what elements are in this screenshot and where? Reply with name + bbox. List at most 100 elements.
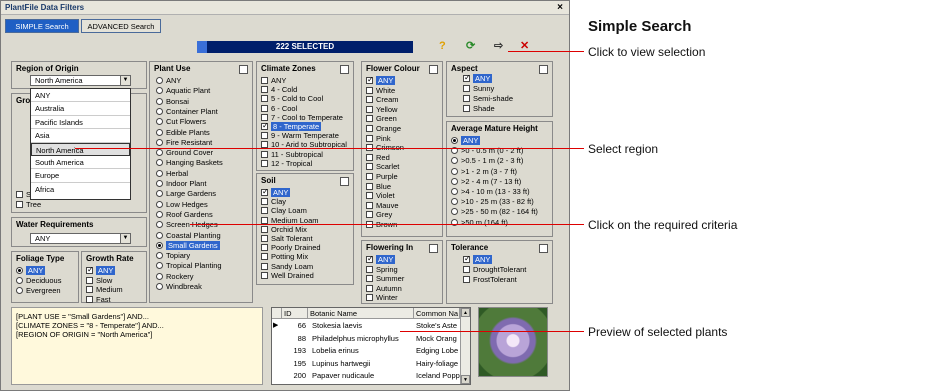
- radio-button[interactable]: [451, 188, 458, 195]
- checkbox[interactable]: [463, 105, 470, 112]
- height-option[interactable]: >2 - 4 m (7 - 13 ft): [451, 177, 524, 187]
- flower-colour-option[interactable]: Brown: [366, 220, 400, 230]
- checkbox[interactable]: [261, 86, 268, 94]
- flower-colour-option[interactable]: Cream: [366, 95, 402, 105]
- checkbox[interactable]: [261, 159, 268, 167]
- result-id[interactable]: 88: [282, 333, 306, 344]
- foliage-option[interactable]: ANY: [16, 266, 48, 276]
- flower-colour-option[interactable]: Yellow: [366, 105, 400, 115]
- tab-advanced-search[interactable]: ADVANCED Search: [81, 19, 161, 33]
- region-option[interactable]: Europe: [31, 169, 130, 183]
- checkbox[interactable]: [366, 75, 374, 85]
- flower-colour-option[interactable]: Pink: [366, 134, 394, 144]
- radio-button[interactable]: [156, 272, 163, 280]
- plant-use-option[interactable]: Bonsai: [156, 97, 192, 107]
- tolerance-option[interactable]: ANY: [463, 254, 495, 265]
- growth-rate-option[interactable]: Slow: [86, 276, 115, 286]
- flowering-option[interactable]: Winter: [366, 293, 401, 303]
- checkbox[interactable]: [261, 77, 268, 84]
- tolerance-option[interactable]: DroughtTolerant: [463, 265, 529, 275]
- flower-colour-option[interactable]: Grey: [366, 210, 395, 220]
- region-option[interactable]: Pacific Islands: [31, 116, 130, 130]
- result-id[interactable]: 193: [282, 345, 306, 356]
- result-botanic-name[interactable]: Lupinus hartwegii: [312, 358, 412, 369]
- close-button[interactable]: ×: [557, 2, 563, 13]
- checkbox[interactable]: [261, 113, 268, 121]
- radio-button[interactable]: [156, 210, 163, 218]
- result-botanic-name[interactable]: Philadelphus microphyllus: [312, 333, 412, 344]
- checkbox[interactable]: [261, 216, 268, 224]
- radio-button[interactable]: [156, 169, 163, 177]
- checkbox[interactable]: [261, 262, 268, 270]
- checkbox[interactable]: [366, 96, 373, 104]
- result-botanic-name[interactable]: Papaver nudicaule: [312, 370, 412, 381]
- radio-button[interactable]: [156, 262, 163, 270]
- plant-use-option[interactable]: Fire Resistant: [156, 138, 215, 148]
- radio-button[interactable]: [156, 128, 163, 136]
- flower-colour-option[interactable]: Red: [366, 153, 393, 163]
- checkbox[interactable]: [366, 211, 373, 219]
- checkbox[interactable]: [261, 95, 268, 103]
- region-option[interactable]: Australia: [31, 102, 130, 116]
- growth-rate-option[interactable]: Fast: [86, 295, 114, 305]
- results-scrollbar[interactable]: ▲ ▼: [460, 308, 470, 384]
- radio-button[interactable]: [156, 159, 163, 167]
- height-option[interactable]: >50 m (164 ft): [451, 218, 511, 228]
- checkbox[interactable]: [366, 265, 373, 273]
- flower-colour-option[interactable]: Violet: [366, 191, 398, 201]
- plant-use-option[interactable]: Cut Flowers: [156, 117, 209, 127]
- aspect-option[interactable]: Shade: [463, 104, 498, 114]
- growth-rate-option[interactable]: ANY: [86, 265, 118, 276]
- checkbox[interactable]: [366, 86, 373, 94]
- plant-use-option[interactable]: Indoor Plant: [156, 179, 209, 189]
- result-common-name[interactable]: Stoke's Aste: [416, 320, 460, 331]
- plant-use-option[interactable]: Aquatic Plant: [156, 86, 213, 96]
- chevron-down-icon[interactable]: ▼: [120, 234, 130, 243]
- checkbox[interactable]: [366, 254, 374, 264]
- region-option-selected[interactable]: North America: [31, 142, 130, 156]
- aspect-toggle[interactable]: [539, 65, 548, 74]
- plant-use-option[interactable]: Hanging Baskets: [156, 158, 226, 168]
- flower-colour-option[interactable]: Scarlet: [366, 162, 402, 172]
- result-common-name[interactable]: Hairy-foliage: [416, 358, 460, 369]
- region-option[interactable]: South America: [31, 156, 130, 170]
- plant-use-option[interactable]: Tropical Planting: [156, 261, 225, 271]
- aspect-option[interactable]: ANY: [463, 73, 495, 84]
- checkbox[interactable]: [261, 104, 268, 112]
- plant-use-option[interactable]: ANY: [156, 76, 184, 86]
- checkbox[interactable]: [261, 121, 269, 131]
- plant-use-option[interactable]: Container Plant: [156, 107, 221, 117]
- checkbox[interactable]: [463, 73, 471, 83]
- plant-use-toggle[interactable]: [239, 65, 248, 74]
- plant-use-option[interactable]: Rockery: [156, 272, 197, 282]
- result-common-name[interactable]: Iceland Popp: [416, 370, 460, 381]
- plant-use-option[interactable]: Low Hedges: [156, 200, 211, 210]
- checkbox[interactable]: [86, 286, 93, 293]
- plant-use-option[interactable]: Roof Gardens: [156, 210, 216, 220]
- height-option[interactable]: >4 - 10 m (13 - 33 ft): [451, 187, 533, 197]
- plant-use-option[interactable]: Screen Hedges: [156, 220, 221, 230]
- radio-button[interactable]: [156, 107, 163, 115]
- radio-button[interactable]: [156, 231, 163, 239]
- checkbox[interactable]: [463, 85, 470, 92]
- flower-colour-option[interactable]: Green: [366, 114, 400, 124]
- water-select[interactable]: ANY ▼: [30, 233, 131, 244]
- plant-use-option[interactable]: Herbal: [156, 169, 191, 179]
- region-option[interactable]: Africa: [31, 183, 130, 196]
- radio-button[interactable]: [451, 198, 458, 206]
- plant-use-option[interactable]: Edible Plants: [156, 128, 213, 138]
- flower-colour-option[interactable]: Mauve: [366, 201, 402, 211]
- radio-button[interactable]: [156, 118, 163, 126]
- checkbox[interactable]: [261, 198, 268, 206]
- checkbox[interactable]: [261, 244, 268, 252]
- tolerance-option[interactable]: FrostTolerant: [463, 275, 520, 285]
- scroll-down-icon[interactable]: ▼: [461, 375, 470, 384]
- plant-use-option[interactable]: Ground Cover: [156, 148, 216, 158]
- radio-button[interactable]: [156, 180, 163, 187]
- flower-colour-option[interactable]: ANY: [366, 75, 398, 86]
- flowering-option[interactable]: Autumn: [366, 284, 405, 294]
- foliage-option[interactable]: Deciduous: [16, 276, 64, 286]
- radio-button[interactable]: [156, 221, 163, 229]
- height-option[interactable]: >10 - 25 m (33 - 82 ft): [451, 197, 537, 207]
- height-option[interactable]: >1 - 2 m (3 - 7 ft): [451, 167, 520, 177]
